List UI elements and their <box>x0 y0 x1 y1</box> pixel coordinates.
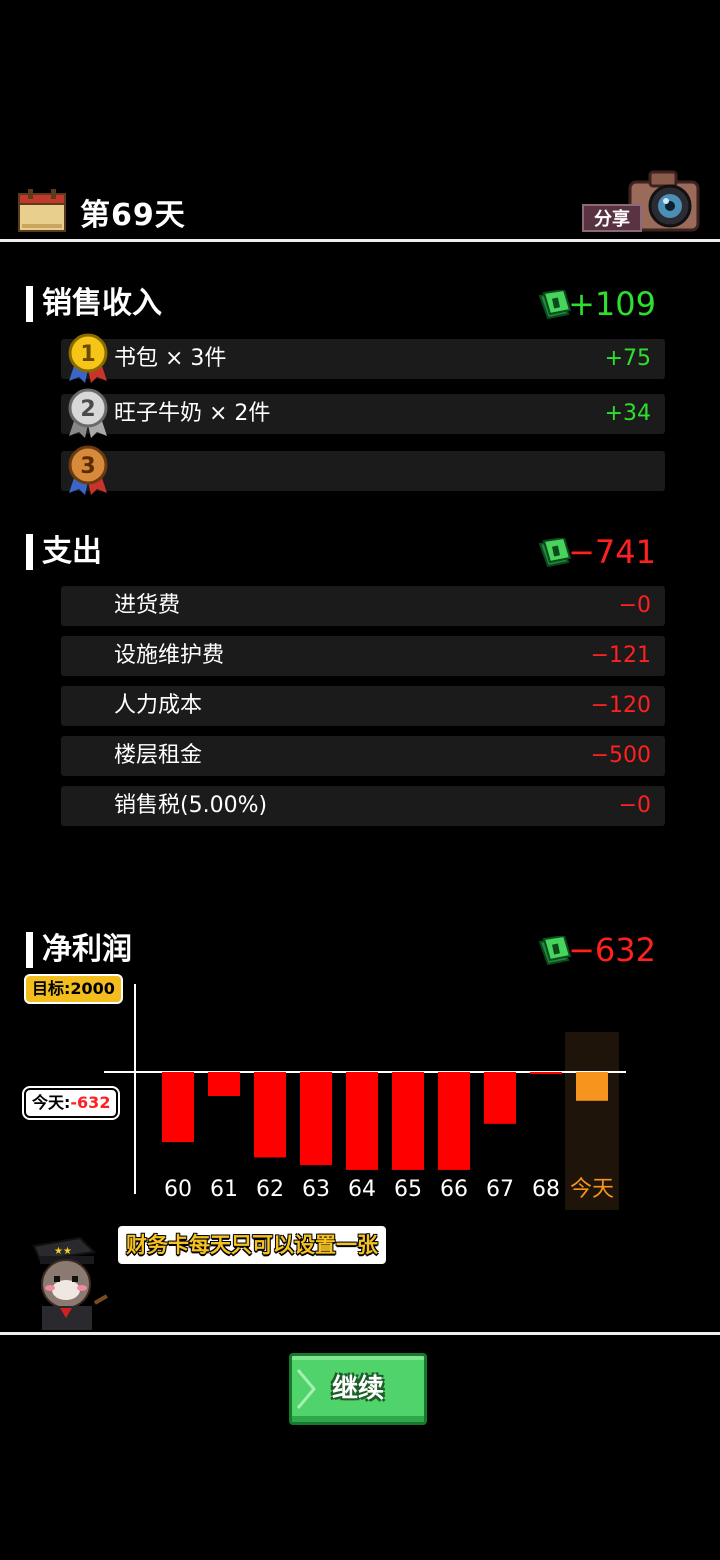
chart-bar <box>530 1072 562 1074</box>
income-item-value: +75 <box>604 346 651 371</box>
expense-item-label: 人力成本 <box>114 693 203 718</box>
share-label: 分享 <box>582 204 642 232</box>
money-icon <box>538 936 572 966</box>
svg-text:★★: ★★ <box>54 1246 72 1257</box>
bronze-medal-icon: 3 <box>68 445 108 495</box>
expense-title: 支出 <box>42 534 102 569</box>
header-bar: 第69天 分享 <box>0 170 720 240</box>
silver-medal-icon: 2 <box>68 388 108 438</box>
profit-heading: 净利润 −632 <box>26 930 666 970</box>
heading-bar <box>26 932 33 968</box>
x-tick-label: 68 <box>532 1177 560 1202</box>
money-icon <box>538 538 572 568</box>
expense-row: 楼层租金 −500 <box>61 736 665 776</box>
expense-item-value: −500 <box>590 743 651 768</box>
expense-total: −741 <box>568 533 656 571</box>
income-item-label: 书包 × 3件 <box>114 346 227 371</box>
income-title: 销售收入 <box>42 286 162 321</box>
chart-bar <box>576 1072 608 1101</box>
tip-area: ★★ 财务卡每天只可以设置一张 <box>20 1222 440 1330</box>
expense-item-value: −121 <box>590 643 651 668</box>
today-badge: 今天:-632 <box>21 1086 121 1120</box>
cat-manager-avatar: ★★ <box>32 1236 108 1330</box>
x-tick-label: 61 <box>210 1177 238 1202</box>
income-row-3: 3 <box>61 445 665 495</box>
profit-title: 净利润 <box>42 932 132 967</box>
day-title: 第69天 <box>80 198 186 233</box>
income-heading: 销售收入 +109 <box>26 284 666 324</box>
footer-divider <box>0 1332 720 1335</box>
expense-row: 销售税(5.00%) −0 <box>61 786 665 826</box>
income-item-value: +34 <box>604 401 651 426</box>
chart-bar <box>300 1072 332 1166</box>
expense-item-value: −0 <box>618 593 651 618</box>
chart-bar <box>208 1072 240 1096</box>
chart-bar <box>392 1072 424 1170</box>
expense-item-label: 进货费 <box>114 593 181 618</box>
svg-text:3: 3 <box>80 454 95 479</box>
expense-item-label: 设施维护费 <box>114 643 225 668</box>
x-tick-label: 66 <box>440 1177 468 1202</box>
header-divider <box>0 239 720 242</box>
chart-bar <box>484 1072 516 1124</box>
chart-bar <box>346 1072 378 1170</box>
income-item-label: 旺子牛奶 × 2件 <box>114 401 271 426</box>
expense-item-value: −0 <box>618 793 651 818</box>
share-button[interactable]: 分享 <box>580 170 702 236</box>
heading-bar <box>26 534 33 570</box>
profit-chart: 60 61 62 63 64 65 66 67 68 今天 目标:2000 今天:-632 <box>0 970 720 1210</box>
x-tick-label: 64 <box>348 1177 376 1202</box>
money-icon <box>538 290 572 320</box>
income-total: +109 <box>568 285 656 323</box>
expense-item-label: 销售税(5.00%) <box>114 793 268 818</box>
gold-medal-icon: 1 <box>68 333 108 383</box>
chart-bar <box>162 1072 194 1143</box>
expense-row: 人力成本 −120 <box>61 686 665 726</box>
income-row-1: 1 书包 × 3件 +75 <box>61 333 665 383</box>
continue-label: 继续 <box>331 1374 384 1404</box>
income-row-2: 2 旺子牛奶 × 2件 +34 <box>61 388 665 438</box>
x-tick-label: 67 <box>486 1177 514 1202</box>
svg-text:1: 1 <box>80 342 95 367</box>
x-tick-label: 63 <box>302 1177 330 1202</box>
today-prefix: 今天: <box>32 1093 71 1112</box>
today-value: -632 <box>70 1093 111 1112</box>
expense-item-value: −120 <box>590 693 651 718</box>
tip-bubble: 财务卡每天只可以设置一张 <box>118 1226 386 1264</box>
profit-total: −632 <box>568 931 656 969</box>
expense-heading: 支出 −741 <box>26 532 666 572</box>
x-tick-label: 65 <box>394 1177 422 1202</box>
continue-button[interactable]: 继续 <box>289 1353 427 1425</box>
chart-bar <box>254 1072 286 1158</box>
heading-bar <box>26 286 33 322</box>
expense-item-label: 楼层租金 <box>114 743 203 768</box>
x-tick-label: 60 <box>164 1177 192 1202</box>
calendar-icon <box>18 189 66 232</box>
svg-text:2: 2 <box>80 397 95 422</box>
expense-row: 设施维护费 −121 <box>61 636 665 676</box>
x-tick-label: 62 <box>256 1177 284 1202</box>
chart-bar <box>438 1072 470 1170</box>
expense-row: 进货费 −0 <box>61 586 665 626</box>
x-tick-label: 今天 <box>570 1177 614 1202</box>
target-badge: 目标:2000 <box>24 974 123 1004</box>
